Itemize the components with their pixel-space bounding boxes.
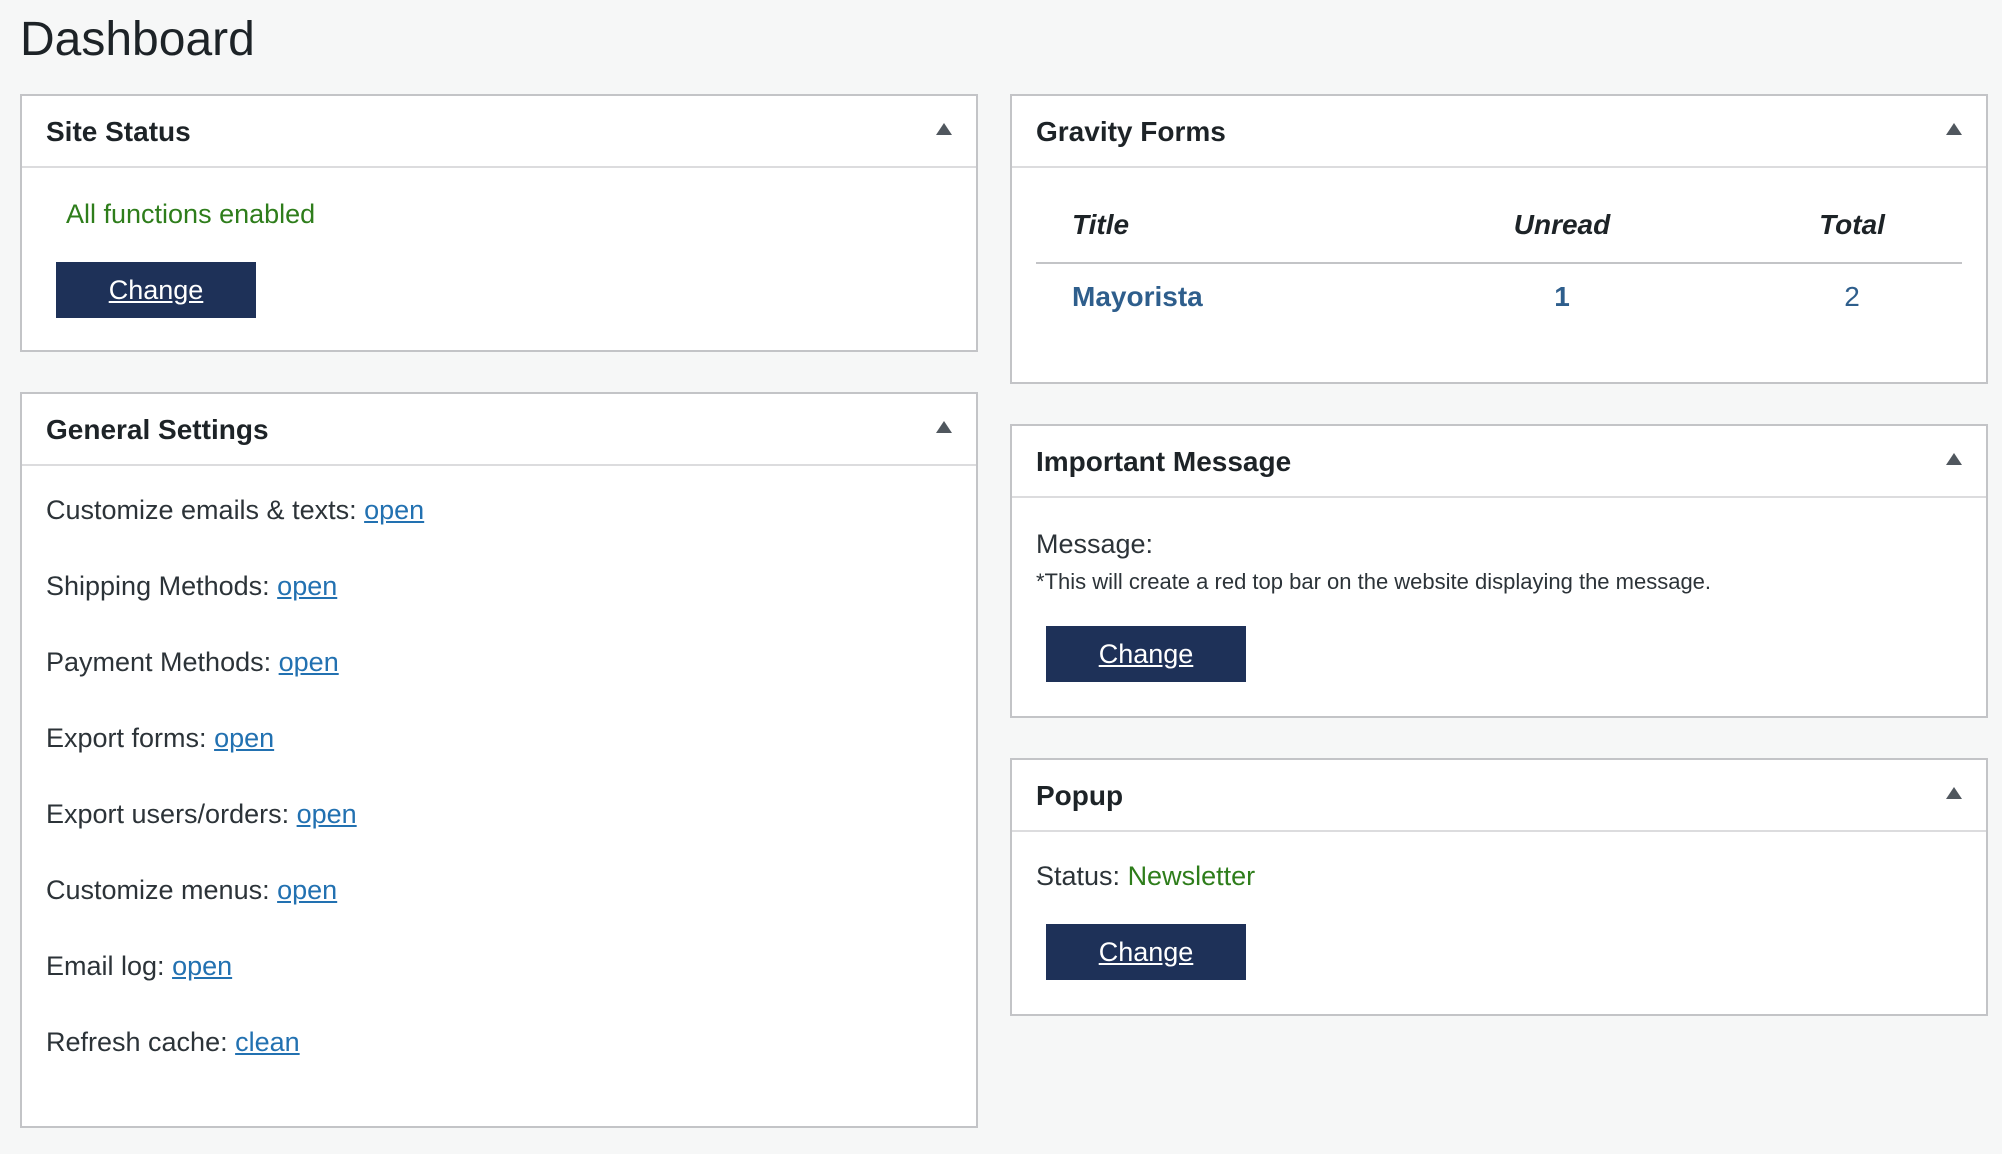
site-status-title: Site Status [46, 116, 191, 147]
dashboard-page: Dashboard Site Status All functions enab… [0, 0, 2002, 1154]
popup-box: Popup Status: Newsletter Change [1010, 758, 1988, 1016]
site-status-change-button[interactable]: Change [56, 262, 256, 318]
settings-row-label: Customize menus: [46, 875, 270, 905]
general-settings-box: General Settings Customize emails & text… [20, 392, 978, 1128]
settings-open-link[interactable]: open [277, 571, 337, 601]
important-message-box: Important Message Message: *This will cr… [1010, 424, 1988, 718]
popup-status-label: Status: [1036, 861, 1121, 891]
popup-header: Popup [1012, 760, 1986, 832]
gravity-forms-box: Gravity Forms Title Unread Total Mayoris… [1010, 94, 1988, 384]
gf-form-link[interactable]: Mayorista [1072, 280, 1203, 314]
settings-open-link[interactable]: open [172, 951, 232, 981]
settings-row-label: Export users/orders: [46, 799, 290, 829]
general-settings-header: General Settings [22, 394, 976, 466]
popup-change-button[interactable]: Change [1046, 924, 1246, 980]
settings-open-link[interactable]: open [214, 723, 274, 753]
site-status-header: Site Status [22, 96, 976, 168]
settings-row-label: Customize emails & texts: [46, 495, 357, 525]
settings-row-email-log: Email log: open [46, 950, 232, 982]
gravity-forms-title: Gravity Forms [1036, 116, 1226, 147]
settings-open-link[interactable]: open [279, 647, 339, 677]
settings-row-label: Shipping Methods: [46, 571, 270, 601]
general-settings-title: General Settings [46, 414, 269, 445]
settings-row-label: Payment Methods: [46, 647, 272, 677]
important-message-title: Important Message [1036, 446, 1292, 477]
settings-row-label: Refresh cache: [46, 1027, 228, 1057]
settings-open-link[interactable]: open [277, 875, 337, 905]
gf-col-total: Total [1819, 209, 1885, 240]
gf-unread-count[interactable]: 1 [1502, 280, 1622, 314]
page-title: Dashboard [20, 13, 255, 66]
settings-open-link[interactable]: open [364, 495, 424, 525]
gf-total-count[interactable]: 2 [1792, 280, 1912, 314]
gf-col-unread: Unread [1513, 209, 1611, 240]
settings-row-export-users: Export users/orders: open [46, 798, 357, 830]
settings-clean-link[interactable]: clean [235, 1027, 300, 1057]
popup-status-row: Status: Newsletter [1036, 860, 1255, 892]
gf-col-title: Title [1072, 209, 1130, 240]
triangle-up-icon[interactable] [936, 123, 952, 135]
popup-title: Popup [1036, 780, 1124, 811]
settings-row-cache: Refresh cache: clean [46, 1026, 300, 1058]
triangle-up-icon[interactable] [1946, 453, 1962, 465]
triangle-up-icon[interactable] [1946, 787, 1962, 799]
message-note: *This will create a red top bar on the w… [1036, 569, 1712, 594]
site-status-box: Site Status All functions enabled Change [20, 94, 978, 352]
settings-row-label: Email log: [46, 951, 165, 981]
settings-row-shipping: Shipping Methods: open [46, 570, 337, 602]
settings-row-menus: Customize menus: open [46, 874, 337, 906]
gf-header-divider [1036, 262, 1962, 264]
triangle-up-icon[interactable] [936, 421, 952, 433]
settings-open-link[interactable]: open [297, 799, 357, 829]
settings-row-emails: Customize emails & texts: open [46, 494, 424, 526]
gravity-forms-header: Gravity Forms [1012, 96, 1986, 168]
site-status-text: All functions enabled [66, 199, 316, 229]
triangle-up-icon[interactable] [1946, 123, 1962, 135]
important-message-header: Important Message [1012, 426, 1986, 498]
popup-status-value: Newsletter [1127, 861, 1256, 891]
message-change-button[interactable]: Change [1046, 626, 1246, 682]
settings-row-export-forms: Export forms: open [46, 722, 274, 754]
settings-row-label: Export forms: [46, 723, 207, 753]
message-label: Message: [1036, 529, 1154, 559]
settings-row-payment: Payment Methods: open [46, 646, 339, 678]
